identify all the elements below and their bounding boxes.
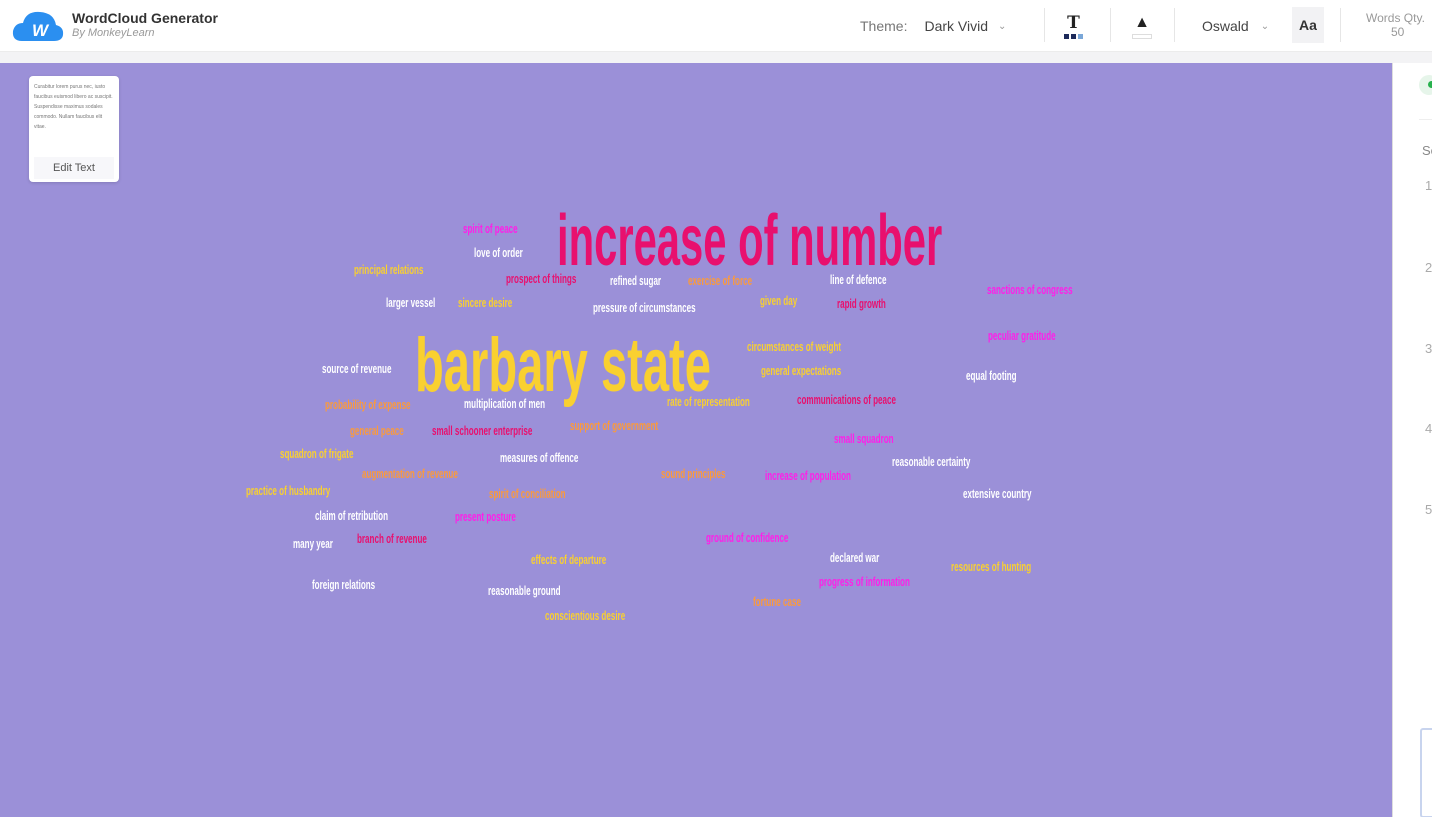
bucket-color-swatch [1132, 33, 1152, 39]
edit-text-label: Edit Text [53, 162, 95, 174]
app-title: WordCloud Generator [72, 10, 218, 26]
word[interactable]: measures of offence [500, 451, 578, 464]
list-number: 2 [1425, 260, 1432, 275]
word[interactable]: rate of representation [667, 395, 750, 408]
word[interactable]: refined sugar [610, 274, 661, 287]
word[interactable]: communications of peace [797, 393, 896, 406]
word[interactable]: sanctions of congress [987, 283, 1073, 296]
list-number: 4 [1425, 421, 1432, 436]
word[interactable]: larger vessel [386, 296, 435, 309]
word[interactable]: multiplication of men [464, 397, 545, 410]
word[interactable]: source of revenue [322, 362, 391, 375]
text-color-button[interactable]: T [1064, 0, 1083, 52]
font-case-label: Aa [1299, 17, 1317, 33]
word[interactable]: sincere desire [458, 296, 512, 309]
word[interactable]: extensive country [963, 487, 1032, 500]
word[interactable]: equal footing [966, 369, 1017, 382]
font-selector[interactable]: Oswald ⌄ [1202, 0, 1269, 52]
font-value: Oswald [1202, 18, 1249, 34]
panel-input[interactable] [1420, 728, 1432, 817]
word[interactable]: line of defence [830, 273, 886, 286]
text-card: Curabitur lorem purus nec, iusto faucibu… [29, 76, 119, 182]
word[interactable]: support of government [570, 419, 658, 432]
wordcloud-canvas[interactable]: Curabitur lorem purus nec, iusto faucibu… [0, 63, 1392, 817]
word[interactable]: foreign relations [312, 578, 375, 591]
list-number: 5 [1425, 502, 1432, 517]
list-number: 1 [1425, 178, 1432, 193]
text-preview: Curabitur lorem purus nec, iusto faucibu… [34, 84, 113, 130]
background-color-button[interactable]: ▲ [1132, 0, 1152, 52]
word[interactable]: pressure of circumstances [593, 301, 696, 314]
word[interactable]: peculiar gratitude [988, 329, 1056, 342]
word[interactable]: small squadron [834, 432, 894, 445]
words-qty-value: 50 [1391, 25, 1405, 39]
word[interactable]: given day [760, 294, 797, 307]
word[interactable]: sound principles [661, 467, 725, 480]
paint-bucket-icon: ▲ [1134, 13, 1150, 31]
word[interactable]: spirit of peace [463, 222, 518, 235]
word[interactable]: small schooner enterprise [432, 424, 532, 437]
palette-dots-icon [1064, 33, 1083, 39]
word[interactable]: many year [293, 537, 333, 550]
divider [1340, 8, 1341, 42]
word[interactable]: principal relations [354, 263, 423, 276]
word[interactable]: ground of confidence [706, 531, 788, 544]
chevron-down-icon: ⌄ [1260, 20, 1270, 32]
list-number: 3 [1425, 341, 1432, 356]
word[interactable]: augmentation of revenue [362, 467, 458, 480]
word[interactable]: present posture [455, 510, 516, 523]
theme-selector[interactable]: Theme: Dark Vivid ⌄ [860, 0, 1006, 52]
word[interactable]: branch of revenue [357, 532, 427, 545]
word[interactable]: circumstances of weight [747, 340, 841, 353]
app-subtitle: By MonkeyLearn [72, 27, 155, 39]
word[interactable]: claim of retribution [315, 509, 388, 522]
divider [1044, 8, 1045, 42]
words-qty[interactable]: Words Qty. 50 [1366, 11, 1432, 39]
word[interactable]: general expectations [761, 364, 841, 377]
word[interactable]: fortune case [753, 595, 801, 608]
text-icon: T [1067, 12, 1080, 33]
words-qty-label: Words Qty. [1366, 11, 1425, 25]
word[interactable]: conscientious desire [545, 609, 625, 622]
svg-text:W: W [32, 21, 50, 40]
word[interactable]: practice of husbandry [246, 484, 330, 497]
top-bar: W WordCloud Generator By MonkeyLearn The… [0, 0, 1432, 52]
word[interactable]: effects of departure [531, 553, 606, 566]
font-case-button[interactable]: Aa [1292, 7, 1324, 43]
word[interactable]: love of order [474, 246, 523, 259]
right-panel: Se 1 2 3 4 5 [1392, 63, 1432, 817]
chevron-down-icon: ⌄ [998, 20, 1007, 32]
status-dot-icon [1419, 75, 1432, 95]
divider [1174, 8, 1175, 42]
word[interactable]: probability of expense [325, 398, 411, 411]
word[interactable]: exercise of force [688, 274, 752, 287]
wordcloud-logo-icon[interactable]: W [12, 9, 64, 43]
theme-label: Theme: [860, 18, 908, 34]
word[interactable]: progress of information [819, 575, 910, 588]
word[interactable]: resources of hunting [951, 560, 1031, 573]
word[interactable]: rapid growth [837, 297, 886, 310]
word[interactable]: spirit of conciliation [489, 487, 566, 500]
word[interactable]: increase of number [557, 205, 942, 277]
word[interactable]: squadron of frigate [280, 447, 353, 460]
word[interactable]: declared war [830, 551, 879, 564]
panel-heading: Se [1422, 143, 1432, 158]
panel-divider [1419, 119, 1432, 120]
word[interactable]: reasonable certainty [892, 455, 970, 468]
word[interactable]: increase of population [765, 469, 851, 482]
word[interactable]: reasonable ground [488, 584, 561, 597]
theme-value: Dark Vivid [924, 18, 989, 34]
edit-text-button[interactable]: Edit Text [34, 157, 114, 179]
word[interactable]: barbary state [415, 328, 711, 404]
word[interactable]: prospect of things [506, 272, 576, 285]
word[interactable]: general peace [350, 424, 404, 437]
divider [1110, 8, 1111, 42]
